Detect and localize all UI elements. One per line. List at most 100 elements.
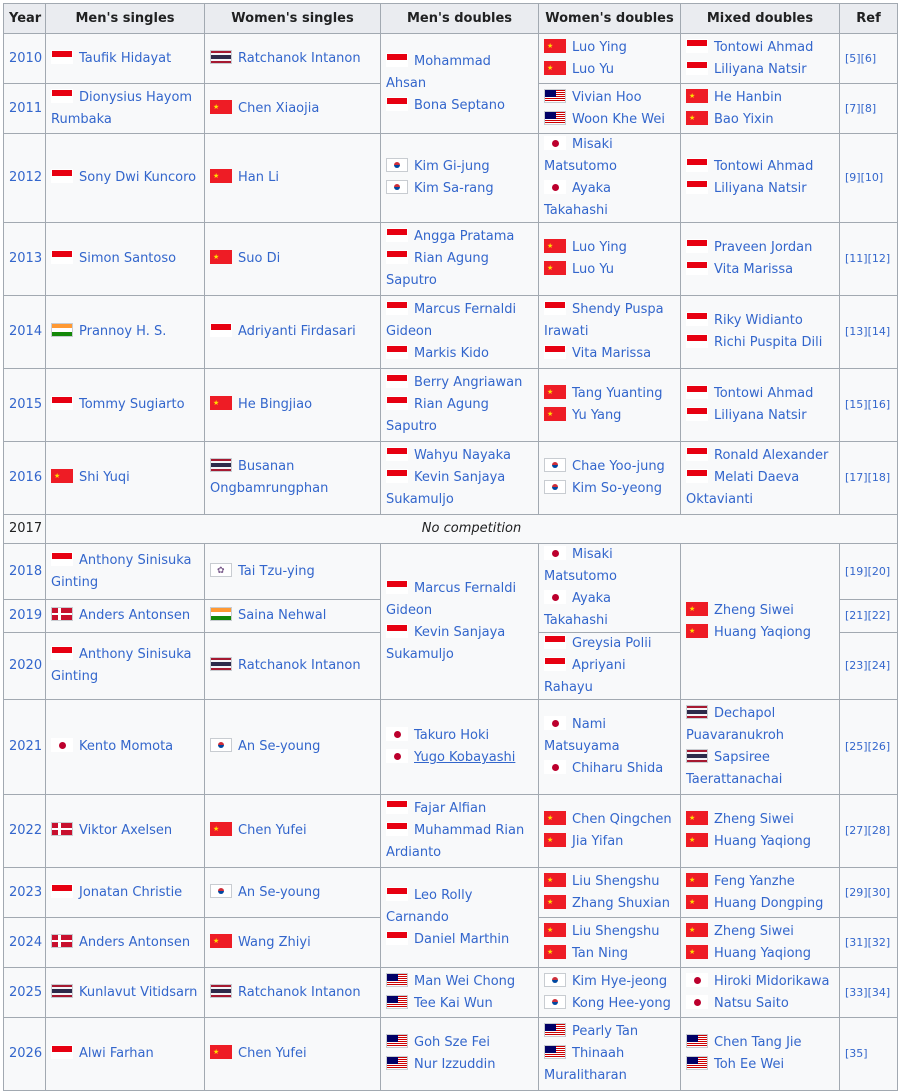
reference-link[interactable]: [9][10] <box>839 133 898 223</box>
player-name-link[interactable]: Chae Yoo-jung <box>572 459 665 474</box>
reference-link[interactable]: [15][16] <box>839 368 898 442</box>
player-name-link[interactable]: Sony Dwi Kuncoro <box>79 170 196 185</box>
year-cell[interactable]: 2011 <box>3 83 46 134</box>
player-name-link[interactable]: Saina Nehwal <box>238 608 326 623</box>
reference-link[interactable]: [13][14] <box>839 295 898 369</box>
player-name-link[interactable]: Woon Khe Wei <box>572 112 665 127</box>
player-name-link[interactable]: Adriyanti Firdasari <box>238 324 356 339</box>
player-name-link[interactable]: Goh Sze Fei <box>414 1035 490 1050</box>
reference-link[interactable]: [25][26] <box>839 699 898 795</box>
player-name-link[interactable]: Yu Yang <box>572 408 621 423</box>
reference-link[interactable]: [7][8] <box>839 83 898 134</box>
player-name-link[interactable]: Shi Yuqi <box>79 470 130 485</box>
player-name-link[interactable]: An Se-young <box>238 739 320 754</box>
player-name-link[interactable]: Vita Marissa <box>572 346 651 361</box>
year-cell[interactable]: 2019 <box>3 599 46 633</box>
player-name-link[interactable]: Ratchanok Intanon <box>238 658 361 673</box>
player-name-link[interactable]: Jia Yifan <box>572 834 623 849</box>
player-name-link[interactable]: Yugo Kobayashi <box>414 750 515 765</box>
player-name-link[interactable]: Luo Yu <box>572 62 614 77</box>
player-name-link[interactable]: Liliyana Natsir <box>714 408 807 423</box>
player-name-link[interactable]: Alwi Farhan <box>79 1046 154 1061</box>
player-name-link[interactable]: Zheng Siwei <box>714 812 794 827</box>
player-name-link[interactable]: Jonatan Christie <box>79 885 182 900</box>
player-name-link[interactable]: Greysia Polii <box>572 636 651 651</box>
year-cell[interactable]: 2015 <box>3 368 46 442</box>
player-name-link[interactable]: Luo Ying <box>572 40 627 55</box>
player-name-link[interactable]: Taufik Hidayat <box>79 51 171 66</box>
player-name-link[interactable]: Kong Hee-yong <box>572 996 671 1011</box>
player-name-link[interactable]: Viktor Axelsen <box>79 823 172 838</box>
player-name-link[interactable]: Natsu Saito <box>714 996 789 1011</box>
player-name-link[interactable]: Praveen Jordan <box>714 240 812 255</box>
reference-link[interactable]: [5][6] <box>839 33 898 84</box>
player-name-link[interactable]: He Hanbin <box>714 90 782 105</box>
player-name-link[interactable]: Wahyu Nayaka <box>414 448 511 463</box>
reference-link[interactable]: [33][34] <box>839 967 898 1018</box>
reference-link[interactable]: [27][28] <box>839 794 898 868</box>
player-name-link[interactable]: Richi Puspita Dili <box>714 335 822 350</box>
player-name-link[interactable]: Tontowi Ahmad <box>714 386 813 401</box>
player-name-link[interactable]: Zheng Siwei <box>714 603 794 618</box>
player-name-link[interactable]: Wang Zhiyi <box>238 935 311 950</box>
player-name-link[interactable]: Suo Di <box>238 251 280 266</box>
player-name-link[interactable]: Riky Widianto <box>714 313 803 328</box>
player-name-link[interactable]: Liu Shengshu <box>572 924 659 939</box>
reference-link[interactable]: [17][18] <box>839 441 898 515</box>
player-name-link[interactable]: Kunlavut Vitidsarn <box>79 985 197 1000</box>
player-name-link[interactable]: Nur Izzuddin <box>414 1057 496 1072</box>
player-name-link[interactable]: Tee Kai Wun <box>414 996 493 1011</box>
player-name-link[interactable]: Ratchanok Intanon <box>238 51 361 66</box>
year-cell[interactable]: 2012 <box>3 133 46 223</box>
player-name-link[interactable]: Vita Marissa <box>714 262 793 277</box>
player-name-link[interactable]: Liu Shengshu <box>572 874 659 889</box>
player-name-link[interactable]: An Se-young <box>238 885 320 900</box>
year-cell[interactable]: 2018 <box>3 542 46 601</box>
player-name-link[interactable]: Kim Gi-jung <box>414 159 490 174</box>
player-name-link[interactable]: Vivian Hoo <box>572 90 642 105</box>
player-name-link[interactable]: Pearly Tan <box>572 1024 638 1039</box>
player-name-link[interactable]: Prannoy H. S. <box>79 324 166 339</box>
player-name-link[interactable]: Tang Yuanting <box>572 386 662 401</box>
year-cell[interactable]: 2025 <box>3 967 46 1018</box>
player-name-link[interactable]: Anders Antonsen <box>79 935 190 950</box>
player-name-link[interactable]: Tan Ning <box>572 946 628 961</box>
year-cell[interactable]: 2010 <box>3 33 46 84</box>
reference-link[interactable]: [21][22] <box>839 599 898 633</box>
player-name-link[interactable]: Tontowi Ahmad <box>714 40 813 55</box>
player-name-link[interactable]: Ronald Alexander <box>714 448 828 463</box>
player-name-link[interactable]: Zhang Shuxian <box>572 896 670 911</box>
year-cell[interactable]: 2014 <box>3 295 46 369</box>
player-name-link[interactable]: Chen Tang Jie <box>714 1035 802 1050</box>
player-name-link[interactable]: Angga Pratama <box>414 229 514 244</box>
player-name-link[interactable]: Han Li <box>238 170 279 185</box>
reference-link[interactable]: [29][30] <box>839 867 898 918</box>
player-name-link[interactable]: Zheng Siwei <box>714 924 794 939</box>
player-name-link[interactable]: Fajar Alfian <box>414 801 486 816</box>
player-name-link[interactable]: Huang Dongping <box>714 896 823 911</box>
player-name-link[interactable]: Simon Santoso <box>79 251 176 266</box>
year-cell[interactable]: 2022 <box>3 794 46 868</box>
player-name-link[interactable]: Hiroki Midorikawa <box>714 974 830 989</box>
player-name-link[interactable]: Takuro Hoki <box>414 728 489 743</box>
player-name-link[interactable]: Tommy Sugiarto <box>79 397 185 412</box>
player-name-link[interactable]: Chen Yufei <box>238 823 307 838</box>
player-name-link[interactable]: Tontowi Ahmad <box>714 159 813 174</box>
player-name-link[interactable]: Tai Tzu-ying <box>238 564 315 579</box>
player-name-link[interactable]: Huang Yaqiong <box>714 625 811 640</box>
reference-link[interactable]: [11][12] <box>839 222 898 296</box>
reference-link[interactable]: [35] <box>839 1017 898 1091</box>
player-name-link[interactable]: Liliyana Natsir <box>714 181 807 196</box>
player-name-link[interactable]: Chen Xiaojia <box>238 101 319 116</box>
player-name-link[interactable]: Feng Yanzhe <box>714 874 795 889</box>
player-name-link[interactable]: Man Wei Chong <box>414 974 515 989</box>
player-name-link[interactable]: Daniel Marthin <box>414 932 509 947</box>
year-cell[interactable]: 2016 <box>3 441 46 515</box>
reference-link[interactable]: [23][24] <box>839 632 898 700</box>
player-name-link[interactable]: Toh Ee Wei <box>714 1057 784 1072</box>
year-cell[interactable]: 2013 <box>3 222 46 296</box>
player-name-link[interactable]: Anders Antonsen <box>79 608 190 623</box>
player-name-link[interactable]: He Bingjiao <box>238 397 312 412</box>
player-name-link[interactable]: Bao Yixin <box>714 112 774 127</box>
player-name-link[interactable]: Chen Qingchen <box>572 812 672 827</box>
